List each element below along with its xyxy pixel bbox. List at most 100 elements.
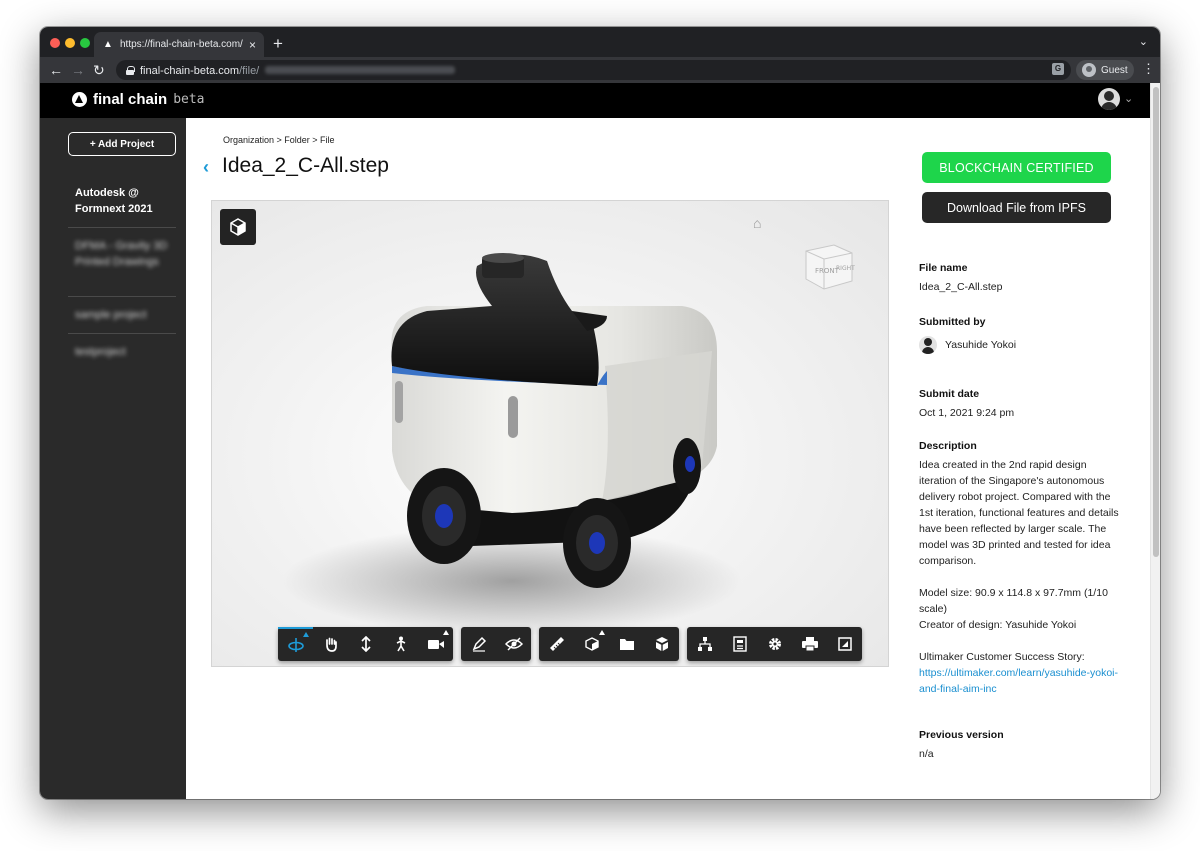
explode-button[interactable]: [574, 627, 609, 661]
close-tab-icon[interactable]: ×: [249, 39, 256, 51]
viewcube[interactable]: FRONT RIGHT: [800, 237, 856, 293]
section-button[interactable]: [644, 627, 679, 661]
story-label: Ultimaker Customer Success Story:: [919, 651, 1085, 663]
zoom-button[interactable]: [348, 627, 383, 661]
properties-icon: [732, 636, 747, 652]
tab-search-chevron-icon[interactable]: ⌄: [1139, 35, 1148, 48]
settings-tools: [687, 627, 862, 661]
orbit-button[interactable]: [278, 627, 313, 661]
previous-version-label: Previous version: [919, 729, 1004, 741]
viewer-toolbar: [278, 627, 862, 661]
download-ipfs-button[interactable]: Download File from IPFS: [922, 192, 1111, 223]
cube-icon: [230, 218, 246, 236]
page-title: Idea_2_C-All.step: [222, 154, 389, 177]
previous-version-value: n/a: [919, 748, 934, 760]
user-menu-chevron-icon[interactable]: ⌄: [1124, 92, 1133, 105]
submitted-by-section: Submitted by Yasuhide Yokoi: [919, 315, 1119, 354]
settings-button[interactable]: [757, 627, 792, 661]
model-browser-button[interactable]: [609, 627, 644, 661]
hide-button[interactable]: [496, 627, 531, 661]
section-icon: [655, 637, 668, 651]
browser-tab[interactable]: ▲ https://final-chain-beta.com/fil ×: [94, 32, 264, 57]
file-name-section: File name Idea_2_C-All.step: [919, 261, 1119, 295]
sidebar-item-project-2[interactable]: DFMA - Gravity 3D Printed Drawings: [75, 238, 175, 270]
breadcrumb[interactable]: Organization > Folder > File: [223, 135, 335, 145]
translate-icon[interactable]: G: [1052, 63, 1064, 75]
structure-button[interactable]: [687, 627, 722, 661]
sidebar-divider: [68, 227, 176, 228]
user-avatar[interactable]: [1098, 88, 1120, 110]
description-section: Description Idea created in the 2nd rapi…: [919, 439, 1119, 697]
guest-avatar-icon: [1082, 63, 1096, 77]
markup-button[interactable]: [461, 627, 496, 661]
fullscreen-button[interactable]: [827, 627, 862, 661]
file-name-label: File name: [919, 262, 968, 274]
home-view-icon[interactable]: ⌂: [753, 215, 761, 231]
brand-logo[interactable]: final chain beta: [72, 91, 205, 108]
sidebar-item-testproject[interactable]: testproject: [75, 344, 175, 360]
first-person-button[interactable]: [383, 627, 418, 661]
creator-text: Creator of design: Yasuhide Yokoi: [919, 619, 1077, 631]
camera-icon: [427, 640, 444, 649]
explode-icon: [584, 637, 599, 651]
gear-icon: [768, 638, 781, 650]
page-scrollbar[interactable]: [1150, 83, 1160, 799]
brand-suffix: beta: [173, 92, 205, 107]
measure-icon: [549, 637, 564, 651]
viewcube-right-label: RIGHT: [836, 265, 855, 272]
story-link[interactable]: https://ultimaker.com/learn/yasuhide-yok…: [919, 665, 1119, 697]
description-label: Description: [919, 440, 977, 452]
maximize-window-button[interactable]: [80, 38, 90, 48]
3d-viewer[interactable]: ⌂ FRONT RIGHT: [211, 200, 889, 667]
browser-toolbar: ← → ↻ final-chain-beta.com/file/ G Guest…: [40, 57, 1160, 83]
add-project-button[interactable]: + Add Project: [68, 132, 176, 156]
print-icon: [801, 637, 818, 652]
back-arrow-icon[interactable]: ←: [49, 61, 63, 79]
minimize-window-button[interactable]: [65, 38, 75, 48]
properties-button[interactable]: [722, 627, 757, 661]
sidebar-item-sample-project[interactable]: sample project: [75, 307, 175, 323]
markup-icon: [472, 636, 486, 652]
close-window-button[interactable]: [50, 38, 60, 48]
pan-button[interactable]: [313, 627, 348, 661]
markup-tools: [461, 627, 531, 661]
submitted-by-label: Submitted by: [919, 316, 986, 328]
sidebar-item-autodesk-formnext[interactable]: Autodesk @ Formnext 2021: [75, 185, 175, 217]
model-size-text: Model size: 90.9 x 114.8 x 97.7mm (1/10 …: [919, 587, 1108, 615]
model-views-button[interactable]: [220, 209, 256, 245]
url-host: final-chain-beta.com: [140, 65, 240, 77]
favicon-icon: ▲: [103, 38, 113, 50]
final-chain-logo-icon: [72, 92, 87, 107]
browser-window: ▲ https://final-chain-beta.com/fil × + ⌄…: [40, 27, 1160, 799]
browser-menu-icon[interactable]: ⋮: [1142, 62, 1155, 76]
zoom-icon: [360, 636, 371, 652]
orbit-icon: [287, 638, 304, 652]
forward-arrow-icon[interactable]: →: [71, 61, 85, 79]
model-browser-icon: [619, 639, 634, 650]
fullscreen-icon: [837, 637, 852, 651]
tab-strip: ▲ https://final-chain-beta.com/fil × + ⌄: [40, 27, 1160, 57]
delivery-robot-model[interactable]: [212, 201, 889, 667]
sidebar-divider: [68, 333, 176, 334]
file-name-value: Idea_2_C-All.step: [919, 281, 1003, 293]
brand-name: final chain: [93, 91, 168, 108]
tab-title: https://final-chain-beta.com/fil: [120, 39, 243, 50]
submit-date-section: Submit date Oct 1, 2021 9:24 pm: [919, 387, 1119, 421]
print-button[interactable]: [792, 627, 827, 661]
new-tab-icon[interactable]: +: [273, 34, 283, 54]
pan-icon: [325, 637, 337, 652]
camera-button[interactable]: [418, 627, 453, 661]
url-path: /file/: [239, 65, 260, 77]
profile-button[interactable]: Guest: [1076, 60, 1134, 80]
blockchain-certified-button[interactable]: BLOCKCHAIN CERTIFIED: [922, 152, 1111, 183]
sidebar-divider: [68, 296, 176, 297]
submit-date-label: Submit date: [919, 388, 980, 400]
back-chevron-icon[interactable]: ‹: [203, 157, 209, 177]
reload-icon[interactable]: ↻: [93, 61, 105, 79]
measure-button[interactable]: [539, 627, 574, 661]
structure-icon: [697, 637, 712, 651]
submitter-name: Yasuhide Yokoi: [945, 339, 1017, 351]
sidebar: + Add Project Autodesk @ Formnext 2021 D…: [40, 118, 186, 799]
scrollbar-thumb[interactable]: [1153, 87, 1159, 557]
address-bar[interactable]: final-chain-beta.com/file/: [116, 60, 1071, 80]
